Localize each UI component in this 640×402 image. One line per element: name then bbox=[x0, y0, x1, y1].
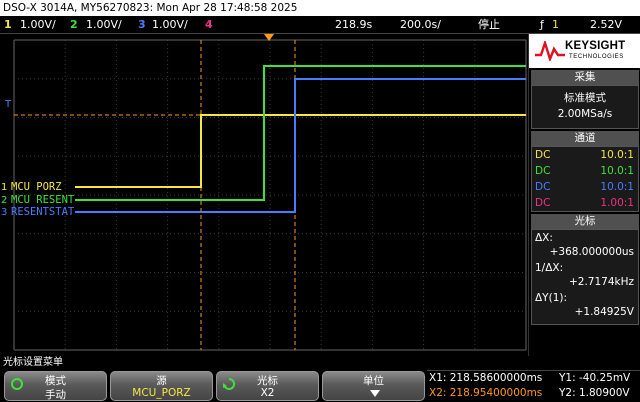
ch3-scale[interactable]: 1.00V/ bbox=[152, 16, 188, 34]
channel-row-1: DC 10.0:1 bbox=[535, 149, 634, 161]
trigger-level-marker: T bbox=[4, 99, 12, 110]
readout-x2: X2: 218.95400000ms bbox=[429, 387, 543, 399]
cursor-readout: X1: 218.58600000ms Y1: -40.25mV X2: 218.… bbox=[427, 370, 640, 402]
trigger-edge-icon[interactable]: ƒ bbox=[540, 16, 544, 34]
title-bar: DSO-X 3014A, MY56270823: Mon Apr 28 17:4… bbox=[0, 0, 640, 16]
dx-value-row: +368.000000us bbox=[549, 246, 634, 258]
ch2-number[interactable]: 2 bbox=[70, 16, 78, 34]
menu-title: 光标设置菜单 bbox=[0, 356, 640, 370]
channel-row-4: DC 1.00:1 bbox=[535, 197, 634, 209]
trigger-channel[interactable]: 1 bbox=[552, 16, 559, 34]
timebase-delay[interactable]: 218.9s bbox=[335, 16, 372, 34]
keysight-logo: KEYSIGHT TECHNOLOGIES bbox=[529, 34, 640, 68]
channel-row-3: DC 10.0:1 bbox=[535, 181, 634, 193]
ch1-trace bbox=[75, 114, 526, 188]
ch2-trace bbox=[75, 65, 526, 201]
ch2-label: MCU RESENT bbox=[11, 194, 75, 206]
logo-sub: TECHNOLOGIES bbox=[569, 54, 624, 60]
ch3-label: RESENTSTAT bbox=[11, 206, 75, 218]
inv-dx-value-row: +2.7174kHz bbox=[568, 276, 634, 288]
run-state: 停止 bbox=[478, 18, 500, 31]
ch3-ground-marker: 3 bbox=[1, 207, 7, 218]
ch2-ground-marker: 2 bbox=[1, 195, 7, 206]
ch3-trace bbox=[75, 78, 526, 213]
channel-section[interactable]: DC 10.0:1 DC 10.0:1 DC 10.0:1 DC 1.00:1 bbox=[531, 146, 639, 212]
softkey-units[interactable]: 单位 bbox=[322, 371, 425, 401]
logo-name: KEYSIGHT bbox=[565, 40, 626, 52]
channel-header[interactable]: 通道 bbox=[531, 131, 639, 146]
ch1-scale[interactable]: 1.00V/ bbox=[20, 16, 56, 34]
keysight-wave-icon bbox=[535, 41, 565, 61]
trigger-level[interactable]: 2.52V bbox=[590, 16, 622, 34]
side-panel: KEYSIGHT TECHNOLOGIES 采集 标准模式 2.00MSa/s … bbox=[528, 34, 640, 356]
channel-status-bar: 1 1.00V/ 2 1.00V/ 3 1.00V/ 4 218.9s 200.… bbox=[0, 16, 640, 34]
submenu-arrow-icon bbox=[370, 390, 380, 397]
grid-lines bbox=[13, 39, 527, 351]
softkey-cursor[interactable]: 光标 X2 bbox=[216, 371, 319, 401]
ch1-number[interactable]: 1 bbox=[4, 16, 12, 34]
acquire-header[interactable]: 采集 bbox=[531, 70, 639, 85]
cursor-section[interactable]: ΔX: +368.000000us 1/ΔX: +2.7174kHz ΔY(1)… bbox=[531, 229, 639, 325]
waveform-display[interactable]: 1 2 3 T MCU PORZ MCU RESENT RESENTSTAT bbox=[0, 34, 528, 356]
readout-y2: Y2: 1.80900V bbox=[559, 387, 630, 399]
ch3-number[interactable]: 3 bbox=[138, 16, 146, 34]
softkey-mode[interactable]: 模式 手动 bbox=[4, 371, 107, 401]
cursor-header[interactable]: 光标 bbox=[531, 214, 639, 229]
readout-x1: X1: 218.58600000ms bbox=[429, 372, 543, 384]
ch2-scale[interactable]: 1.00V/ bbox=[86, 16, 122, 34]
acquire-section[interactable]: 标准模式 2.00MSa/s bbox=[531, 85, 639, 129]
ch1-label: MCU PORZ bbox=[11, 181, 62, 193]
timebase-scale[interactable]: 200.0s/ bbox=[400, 16, 441, 34]
ch4-number[interactable]: 4 bbox=[205, 16, 213, 34]
dy-value-row: +1.84925V bbox=[574, 306, 634, 318]
graticule: 1 2 3 T MCU PORZ MCU RESENT RESENTSTAT bbox=[1, 34, 527, 351]
ch1-ground-marker: 1 bbox=[1, 182, 7, 193]
acquire-rate: 2.00MSa/s bbox=[557, 108, 613, 120]
acquire-mode: 标准模式 bbox=[564, 92, 606, 104]
softkey-source[interactable]: 源 MCU_PORZ bbox=[110, 371, 213, 401]
channel-row-2: DC 10.0:1 bbox=[535, 165, 634, 177]
readout-y1: Y1: -40.25mV bbox=[559, 372, 631, 384]
